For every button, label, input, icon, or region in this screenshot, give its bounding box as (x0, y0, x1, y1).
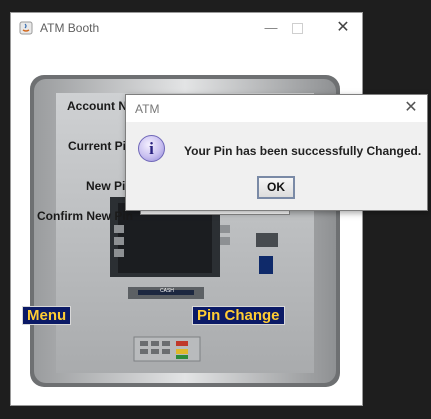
maximize-icon (291, 23, 303, 34)
pin-change-button[interactable]: Pin Change (192, 306, 285, 325)
cash-slot-label: CASH (160, 288, 174, 294)
dialog-title: ATM (135, 102, 160, 116)
maximize-button[interactable] (283, 18, 311, 38)
java-app-icon (19, 21, 33, 35)
menu-button[interactable]: Menu (22, 306, 72, 325)
dialog-titlebar[interactable]: ATM ✕ (126, 95, 427, 122)
current-pin-label: Current Pin (68, 139, 134, 153)
confirm-new-pin-label: Confirm New Pin (37, 209, 134, 223)
ok-button[interactable]: OK (257, 176, 295, 199)
dialog-message: Your Pin has been successfully Changed. (184, 144, 422, 158)
close-button[interactable]: ✕ (329, 18, 357, 38)
window-titlebar[interactable]: ATM Booth — ✕ (11, 13, 362, 43)
window-title: ATM Booth (40, 21, 100, 35)
message-dialog: ATM ✕ i Your Pin has been successfully C… (125, 94, 428, 211)
dialog-close-button[interactable]: ✕ (401, 97, 421, 119)
minimize-button[interactable]: — (257, 18, 285, 38)
information-icon: i (138, 135, 165, 162)
